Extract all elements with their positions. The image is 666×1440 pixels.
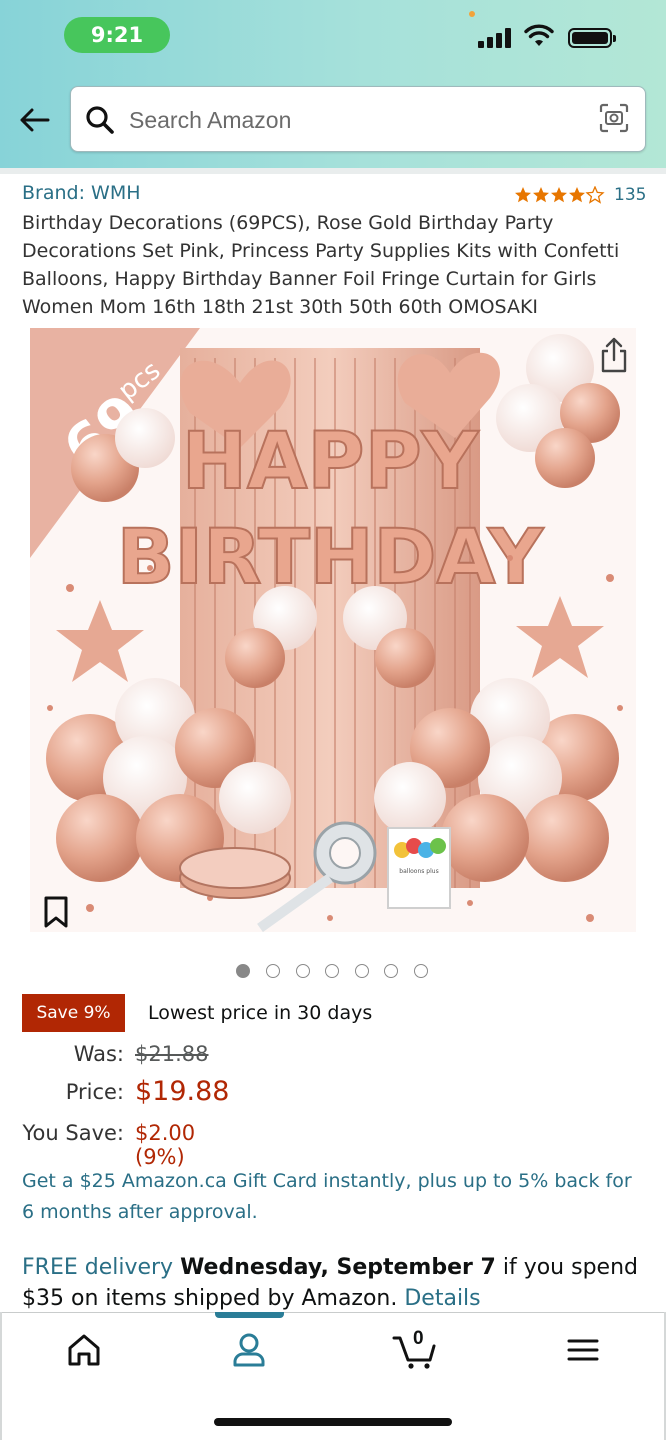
- free-delivery-link[interactable]: FREE delivery: [22, 1255, 173, 1280]
- gift-card-promo-link[interactable]: Get a $25 Amazon.ca Gift Card instantly,…: [22, 1166, 642, 1228]
- delivery-info: FREE delivery Wednesday, September 7 if …: [22, 1252, 652, 1314]
- you-save-label: You Save:: [22, 1121, 125, 1145]
- product-title: Birthday Decorations (69PCS), Rose Gold …: [22, 212, 620, 318]
- banner-text-birthday: BIRTHDAY: [117, 512, 544, 601]
- carousel-dot[interactable]: [384, 964, 398, 978]
- package-label-text: balloons plus: [399, 868, 438, 875]
- product-image-illustration: HAPPY BIRTHDAY 69 pcs balloons plus: [30, 328, 623, 932]
- cart-count: 0: [413, 1328, 424, 1349]
- left-edge-line: [0, 1312, 2, 1440]
- was-label: Was:: [73, 1042, 124, 1066]
- wifi-icon: [524, 24, 554, 46]
- carousel-dot[interactable]: [236, 964, 250, 978]
- carousel-dot[interactable]: [414, 964, 428, 978]
- save-percent-badge: Save 9%: [22, 994, 125, 1032]
- cellular-signal-icon: [478, 26, 516, 48]
- active-tab-indicator: [215, 1312, 284, 1318]
- search-input[interactable]: Search Amazon: [129, 107, 291, 134]
- product-image[interactable]: HAPPY BIRTHDAY 69 pcs balloons plus: [30, 328, 636, 932]
- menu-icon[interactable]: [563, 1330, 603, 1370]
- carousel-dot[interactable]: [325, 964, 339, 978]
- home-icon[interactable]: [64, 1330, 104, 1370]
- banner-text-happy: HAPPY: [182, 417, 480, 507]
- carousel-dot[interactable]: [266, 964, 280, 978]
- rating[interactable]: 135: [514, 184, 646, 205]
- carousel-dot[interactable]: [355, 964, 369, 978]
- rating-count[interactable]: 135: [614, 185, 646, 205]
- save-to-list-icon[interactable]: [42, 895, 70, 929]
- privacy-indicator-dot: [469, 11, 475, 17]
- search-icon: [86, 106, 114, 134]
- price-label: Price:: [65, 1080, 124, 1104]
- star-rating-icon: [515, 185, 604, 203]
- home-indicator-bar: [214, 1418, 452, 1426]
- search-bar[interactable]: Search Amazon: [70, 86, 646, 152]
- header-separator: [0, 168, 666, 174]
- cart-button[interactable]: 0: [392, 1328, 440, 1370]
- delivery-details-link[interactable]: Details: [404, 1286, 480, 1311]
- app-header: 9:21 Search Amazon: [0, 0, 666, 168]
- battery-icon: [568, 28, 616, 48]
- brand-link[interactable]: Brand: WMH: [22, 182, 141, 204]
- share-icon[interactable]: [598, 336, 630, 374]
- was-price: $21.88: [135, 1042, 209, 1066]
- lowest-price-note: Lowest price in 30 days: [148, 1002, 373, 1024]
- you-save-amount: $2.00 (9%): [135, 1121, 196, 1169]
- delivery-date: Wednesday, September 7: [180, 1255, 496, 1280]
- account-icon[interactable]: [229, 1330, 269, 1370]
- current-price: $19.88: [135, 1076, 230, 1107]
- status-time: 9:21: [64, 17, 170, 53]
- camera-search-icon[interactable]: [599, 103, 629, 133]
- carousel-dot[interactable]: [296, 964, 310, 978]
- back-arrow-icon[interactable]: [16, 102, 54, 138]
